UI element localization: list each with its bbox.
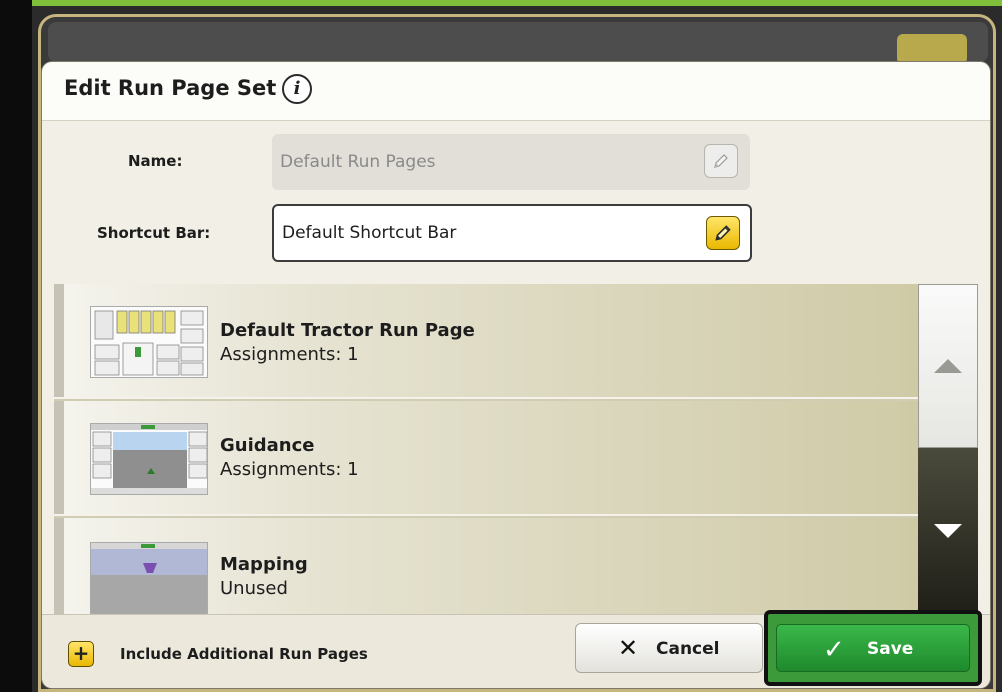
edit-shortcut-bar-button[interactable]	[706, 216, 740, 250]
run-page-status: Assignments: 1	[220, 344, 359, 365]
scroll-down-button[interactable]	[918, 448, 978, 614]
plus-icon: +	[72, 641, 90, 665]
cancel-button[interactable]: ✕ Cancel	[575, 623, 763, 673]
list-item-mapping[interactable]: Mapping Unused	[54, 518, 918, 614]
info-icon[interactable]: i	[282, 74, 312, 104]
cancel-label: Cancel	[656, 639, 720, 659]
dialog-header: Edit Run Page Set i	[42, 62, 990, 121]
list-item-guidance[interactable]: Guidance Assignments: 1	[54, 401, 918, 516]
name-field: Default Run Pages	[272, 134, 750, 190]
save-button[interactable]: ✓ Save	[776, 624, 970, 672]
pencil-icon	[714, 154, 728, 168]
checkmark-icon: ✓	[823, 635, 845, 665]
run-page-title: Default Tractor Run Page	[220, 320, 475, 341]
run-page-title: Mapping	[220, 554, 308, 575]
shortcut-bar-value: Default Shortcut Bar	[282, 223, 457, 243]
run-page-title: Guidance	[220, 435, 315, 456]
triangle-up-icon	[934, 359, 962, 373]
dialog-footer: + Include Additional Run Pages ✕ Cancel …	[42, 610, 990, 688]
include-run-pages-label[interactable]: Include Additional Run Pages	[120, 645, 368, 663]
name-label: Name:	[128, 152, 183, 170]
run-page-status: Assignments: 1	[220, 459, 359, 480]
save-button-focus-outline: ✓ Save	[764, 610, 982, 686]
list-item-default-tractor-run-page[interactable]: Default Tractor Run Page Assignments: 1	[54, 284, 918, 399]
shortcut-bar-label: Shortcut Bar:	[97, 224, 211, 242]
run-page-status: Unused	[220, 578, 288, 599]
run-page-thumbnail	[90, 306, 208, 378]
include-run-pages-button[interactable]: +	[68, 641, 94, 667]
dialog-title: Edit Run Page Set	[64, 76, 277, 100]
run-page-thumbnail	[90, 542, 208, 614]
pencil-icon	[715, 225, 731, 241]
run-page-thumbnail	[90, 423, 208, 495]
save-label: Save	[867, 639, 914, 659]
background-header-bar	[48, 22, 988, 62]
name-value: Default Run Pages	[280, 152, 436, 172]
background-close-button	[897, 34, 967, 64]
shortcut-bar-field[interactable]: Default Shortcut Bar	[272, 204, 752, 262]
close-icon: ✕	[618, 634, 639, 662]
triangle-down-icon	[934, 524, 962, 538]
edit-name-button	[704, 144, 738, 178]
edit-run-page-set-dialog: Edit Run Page Set i Name: Default Run Pa…	[42, 62, 990, 688]
run-page-list: Default Tractor Run Page Assignments: 1	[54, 284, 918, 614]
scroll-up-button[interactable]	[918, 284, 978, 448]
